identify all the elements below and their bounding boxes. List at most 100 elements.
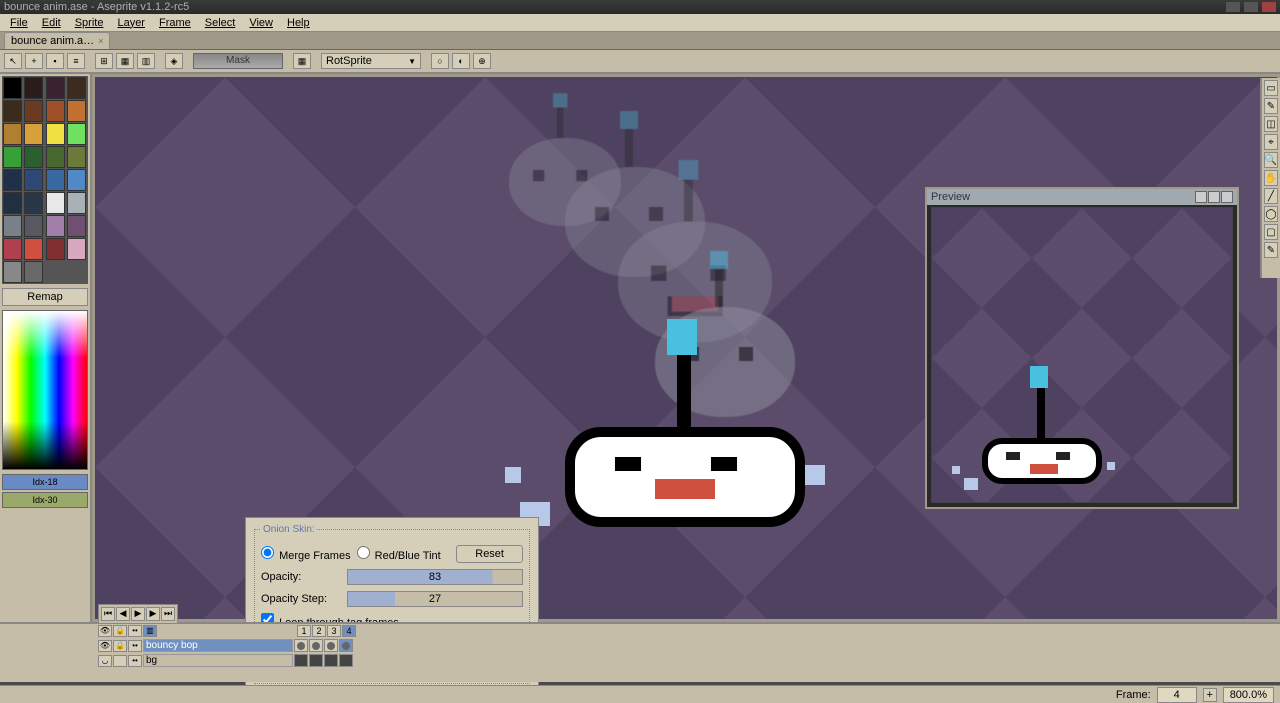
color-swatch[interactable] [46, 100, 65, 122]
color-swatch[interactable] [24, 261, 43, 283]
maximize-button[interactable] [1244, 2, 1258, 12]
grid-1-button[interactable]: ⊞ [95, 53, 113, 69]
frame-header-2[interactable]: 2 [312, 625, 326, 637]
color-swatch[interactable] [67, 215, 86, 237]
menu-button[interactable]: ≡ [67, 53, 85, 69]
prev-frame-button[interactable]: ◀ [116, 607, 130, 621]
hand-tool[interactable]: ✋ [1264, 170, 1278, 186]
red-blue-tint-radio[interactable]: Red/Blue Tint [357, 546, 441, 562]
background-color-index[interactable]: Idx-30 [2, 492, 88, 508]
color-swatch[interactable] [46, 169, 65, 191]
layer-row-bouncy-bop[interactable]: 👁 🔒 •• bouncy bop [0, 638, 1280, 653]
contour-tool[interactable]: ✎ [1264, 242, 1278, 258]
color-swatch[interactable] [67, 192, 86, 214]
opt-3-button[interactable]: ⊕ [473, 53, 491, 69]
color-swatch[interactable] [67, 100, 86, 122]
color-swatch[interactable] [3, 215, 22, 237]
next-frame-button[interactable]: ▶ [146, 607, 160, 621]
color-swatch[interactable] [3, 100, 22, 122]
color-swatch[interactable] [24, 215, 43, 237]
color-swatch[interactable] [3, 169, 22, 191]
marquee-tool[interactable]: ▭ [1264, 80, 1278, 96]
color-swatch[interactable] [67, 238, 86, 260]
cel[interactable] [339, 654, 353, 667]
menu-select[interactable]: Select [199, 16, 242, 30]
minimize-button[interactable] [1226, 2, 1240, 12]
cel[interactable] [294, 639, 308, 652]
zoom-field[interactable]: 800.0% [1223, 687, 1274, 703]
play-button[interactable]: ▶ [131, 607, 145, 621]
opacity-slider[interactable]: 83 [347, 569, 523, 585]
preview-play-button[interactable] [1208, 191, 1220, 203]
cel[interactable] [294, 654, 308, 667]
zoom-tool[interactable]: 🔍 [1264, 152, 1278, 168]
menu-file[interactable]: File [4, 16, 34, 30]
color-palette[interactable] [2, 76, 88, 284]
color-swatch[interactable] [24, 146, 43, 168]
eyedropper-tool[interactable]: ⌖ [1264, 134, 1278, 150]
menu-view[interactable]: View [243, 16, 279, 30]
opacity-step-slider[interactable]: 27 [347, 591, 523, 607]
ellipse-tool[interactable]: ◯ [1264, 206, 1278, 222]
color-swatch[interactable] [46, 123, 65, 145]
color-swatch[interactable] [24, 100, 43, 122]
current-frame-field[interactable]: 4 [1157, 687, 1197, 703]
cel[interactable] [309, 639, 323, 652]
new-frame-button[interactable]: + [1203, 688, 1217, 702]
arrow-tool-button[interactable]: ↖ [4, 53, 22, 69]
color-swatch[interactable] [67, 123, 86, 145]
menu-edit[interactable]: Edit [36, 16, 67, 30]
cel[interactable] [339, 639, 353, 652]
color-swatch[interactable] [24, 77, 43, 99]
line-tool[interactable]: ╱ [1264, 188, 1278, 204]
layer-row-bg[interactable]: ◡ •• bg [0, 653, 1280, 668]
last-frame-button[interactable]: ⏭ [161, 607, 175, 621]
opt-2-button[interactable]: ◐ [452, 53, 470, 69]
snap-button[interactable]: ◈ [165, 53, 183, 69]
color-swatch[interactable] [3, 77, 22, 99]
color-swatch[interactable] [46, 192, 65, 214]
onion-column-header[interactable]: ▥ [143, 625, 157, 637]
color-swatch[interactable] [67, 146, 86, 168]
merge-frames-radio[interactable]: Merge Frames [261, 546, 351, 562]
preview-window[interactable]: Preview [925, 187, 1239, 509]
frame-header-3[interactable]: 3 [327, 625, 341, 637]
menu-help[interactable]: Help [281, 16, 316, 30]
layer-name[interactable]: bg [143, 654, 293, 667]
frame-header-4[interactable]: 4 [342, 625, 356, 637]
color-spectrum[interactable] [2, 310, 88, 470]
layer-lock-icon[interactable] [113, 655, 127, 667]
remap-button[interactable]: Remap [2, 288, 88, 306]
color-swatch[interactable] [67, 77, 86, 99]
color-swatch[interactable] [3, 192, 22, 214]
eraser-tool[interactable]: ◫ [1264, 116, 1278, 132]
grid-toggle-button[interactable]: ▦ [293, 53, 311, 69]
color-swatch[interactable] [46, 238, 65, 260]
color-swatch[interactable] [3, 123, 22, 145]
rect-tool[interactable]: ▢ [1264, 224, 1278, 240]
pencil-tool[interactable]: ✎ [1264, 98, 1278, 114]
color-swatch[interactable] [24, 192, 43, 214]
menu-layer[interactable]: Layer [111, 16, 151, 30]
close-window-button[interactable] [1262, 2, 1276, 12]
mask-button[interactable]: Mask [193, 53, 283, 69]
layer-lock-icon[interactable]: 🔒 [113, 640, 127, 652]
color-swatch[interactable] [46, 215, 65, 237]
color-swatch[interactable] [24, 169, 43, 191]
layer-continuous-icon[interactable]: •• [128, 640, 142, 652]
layer-visible-icon[interactable]: ◡ [98, 655, 112, 667]
cel[interactable] [324, 654, 338, 667]
preview-center-button[interactable] [1195, 191, 1207, 203]
color-swatch[interactable] [67, 169, 86, 191]
cel[interactable] [324, 639, 338, 652]
subtract-selection-button[interactable]: ▪ [46, 53, 64, 69]
cel[interactable] [309, 654, 323, 667]
layer-name[interactable]: bouncy bop [143, 639, 293, 652]
color-swatch[interactable] [46, 146, 65, 168]
first-frame-button[interactable]: ⏮ [101, 607, 115, 621]
frame-header-1[interactable]: 1 [297, 625, 311, 637]
color-swatch[interactable] [3, 261, 22, 283]
menu-frame[interactable]: Frame [153, 16, 197, 30]
grid-2-button[interactable]: ▦ [116, 53, 134, 69]
color-swatch[interactable] [3, 146, 22, 168]
